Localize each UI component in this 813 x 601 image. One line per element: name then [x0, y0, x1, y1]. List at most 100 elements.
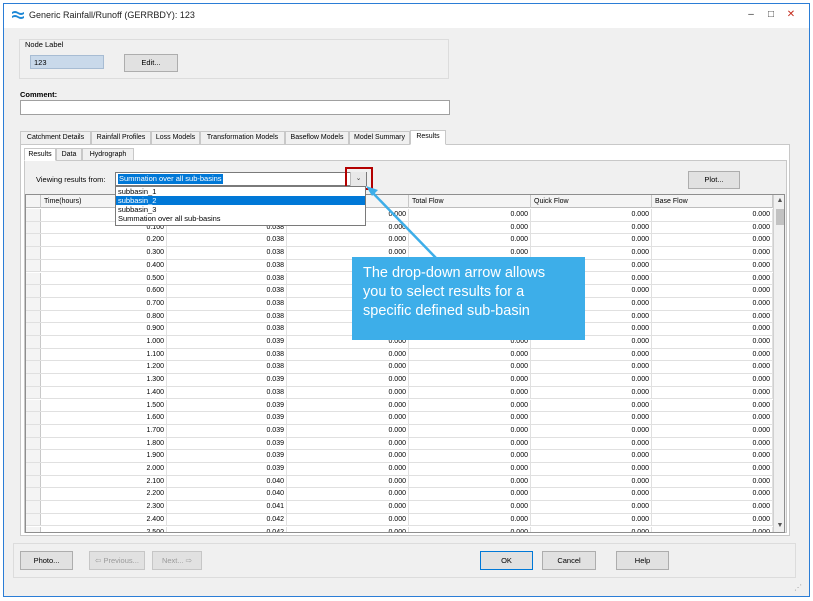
table-cell[interactable]: 0.000: [287, 475, 409, 488]
table-cell[interactable]: 1.600: [41, 412, 167, 424]
table-cell[interactable]: 0.000: [287, 437, 409, 450]
table-cell[interactable]: 0.000: [409, 234, 531, 247]
row-header[interactable]: [26, 247, 41, 259]
table-cell[interactable]: 0.300: [41, 247, 167, 259]
table-row[interactable]: 2.300 0.041 0.000 0.000 0.000 0.000: [26, 501, 773, 514]
table-cell[interactable]: 0.000: [287, 450, 409, 462]
table-cell[interactable]: 0.000: [652, 259, 773, 272]
row-header[interactable]: [26, 361, 41, 374]
cancel-button[interactable]: Cancel: [542, 551, 596, 570]
row-header[interactable]: [26, 513, 41, 526]
table-cell[interactable]: 0.000: [652, 323, 773, 335]
table-cell[interactable]: 0.000: [409, 221, 531, 234]
col-header-total-flow[interactable]: Total Flow: [409, 195, 531, 208]
viewing-results-combo[interactable]: Summation over all sub-basins: [115, 172, 367, 186]
table-cell[interactable]: 0.038: [167, 348, 287, 361]
table-cell[interactable]: 0.000: [287, 412, 409, 424]
table-cell[interactable]: 0.000: [287, 399, 409, 412]
table-cell[interactable]: 0.000: [652, 297, 773, 310]
table-cell[interactable]: 0.000: [409, 513, 531, 526]
row-header[interactable]: [26, 348, 41, 361]
table-cell[interactable]: 1.500: [41, 399, 167, 412]
row-header[interactable]: [26, 399, 41, 412]
table-cell[interactable]: 0.000: [409, 374, 531, 386]
table-cell[interactable]: 0.000: [652, 221, 773, 234]
table-cell[interactable]: 0.000: [652, 310, 773, 323]
subtab-data[interactable]: Data: [56, 148, 82, 161]
table-cell[interactable]: 0.000: [531, 513, 652, 526]
scroll-up-icon[interactable]: ▲: [774, 195, 784, 207]
tab-loss-models[interactable]: Loss Models: [151, 131, 200, 145]
table-cell[interactable]: 1.100: [41, 348, 167, 361]
table-cell[interactable]: 0.000: [531, 488, 652, 501]
table-cell[interactable]: 0.000: [652, 424, 773, 437]
table-cell[interactable]: 0.000: [531, 234, 652, 247]
plot-button[interactable]: Plot...: [688, 171, 740, 189]
table-cell[interactable]: 0.000: [652, 374, 773, 386]
edit-button[interactable]: Edit...: [124, 54, 178, 72]
resize-grip-icon[interactable]: ⋰: [794, 583, 802, 592]
table-row[interactable]: 1.300 0.039 0.000 0.000 0.000 0.000: [26, 374, 773, 387]
table-cell[interactable]: 0.038: [167, 285, 287, 297]
table-cell[interactable]: 0.000: [287, 386, 409, 399]
table-cell[interactable]: 0.000: [531, 526, 652, 532]
table-cell[interactable]: 0.039: [167, 336, 287, 348]
row-header[interactable]: [26, 297, 41, 310]
dropdown-option-subbasin-3[interactable]: subbasin_3: [116, 205, 365, 214]
table-cell[interactable]: 0.000: [531, 221, 652, 234]
table-row[interactable]: 1.900 0.039 0.000 0.000 0.000 0.000: [26, 450, 773, 463]
table-cell[interactable]: 2.500: [41, 526, 167, 532]
table-cell[interactable]: 2.200: [41, 488, 167, 501]
table-cell[interactable]: 0.039: [167, 463, 287, 475]
table-cell[interactable]: 0.000: [409, 437, 531, 450]
table-cell[interactable]: 0.700: [41, 297, 167, 310]
row-header[interactable]: [26, 234, 41, 247]
table-cell[interactable]: 0.000: [409, 412, 531, 424]
table-cell[interactable]: 0.038: [167, 323, 287, 335]
dropdown-option-summation[interactable]: Summation over all sub-basins: [116, 214, 365, 223]
table-cell[interactable]: 0.000: [409, 399, 531, 412]
table-cell[interactable]: 1.300: [41, 374, 167, 386]
table-cell[interactable]: 0.039: [167, 450, 287, 462]
table-cell[interactable]: 0.000: [652, 386, 773, 399]
tab-model-summary[interactable]: Model Summary: [349, 131, 410, 145]
table-cell[interactable]: 2.300: [41, 501, 167, 513]
table-row[interactable]: 1.600 0.039 0.000 0.000 0.000 0.000: [26, 412, 773, 425]
table-cell[interactable]: 0.040: [167, 488, 287, 501]
table-cell[interactable]: 0.000: [531, 209, 652, 221]
table-cell[interactable]: 0.000: [652, 285, 773, 297]
table-cell[interactable]: 0.200: [41, 234, 167, 247]
table-cell[interactable]: 0.000: [652, 501, 773, 513]
table-cell[interactable]: 0.000: [531, 501, 652, 513]
col-header-quick-flow[interactable]: Quick Flow: [531, 195, 652, 208]
minimize-button[interactable]: –: [742, 6, 760, 24]
table-cell[interactable]: 1.200: [41, 361, 167, 374]
table-cell[interactable]: 2.100: [41, 475, 167, 488]
close-button[interactable]: ✕: [782, 6, 800, 24]
table-cell[interactable]: 0.000: [531, 475, 652, 488]
table-cell[interactable]: 1.000: [41, 336, 167, 348]
table-cell[interactable]: 0.000: [652, 336, 773, 348]
row-header[interactable]: [26, 221, 41, 234]
table-cell[interactable]: 0.000: [652, 412, 773, 424]
table-cell[interactable]: 0.000: [409, 501, 531, 513]
table-cell[interactable]: 0.038: [167, 297, 287, 310]
table-cell[interactable]: 0.038: [167, 247, 287, 259]
table-cell[interactable]: 0.000: [287, 501, 409, 513]
table-cell[interactable]: 0.000: [531, 424, 652, 437]
table-cell[interactable]: 0.000: [409, 386, 531, 399]
table-cell[interactable]: 0.000: [287, 234, 409, 247]
col-header-base-flow[interactable]: Base Flow: [652, 195, 773, 208]
table-cell[interactable]: 0.000: [409, 475, 531, 488]
table-cell[interactable]: 0.000: [287, 513, 409, 526]
row-header[interactable]: [26, 424, 41, 437]
next-button[interactable]: Next... ⇨: [152, 551, 202, 570]
table-cell[interactable]: 0.000: [287, 424, 409, 437]
table-cell[interactable]: 0.000: [409, 209, 531, 221]
table-cell[interactable]: 0.000: [531, 437, 652, 450]
table-cell[interactable]: 0.000: [409, 361, 531, 374]
row-header[interactable]: [26, 437, 41, 450]
table-cell[interactable]: 0.038: [167, 259, 287, 272]
previous-button[interactable]: ⇦ Previous...: [89, 551, 145, 570]
table-cell[interactable]: 0.600: [41, 285, 167, 297]
